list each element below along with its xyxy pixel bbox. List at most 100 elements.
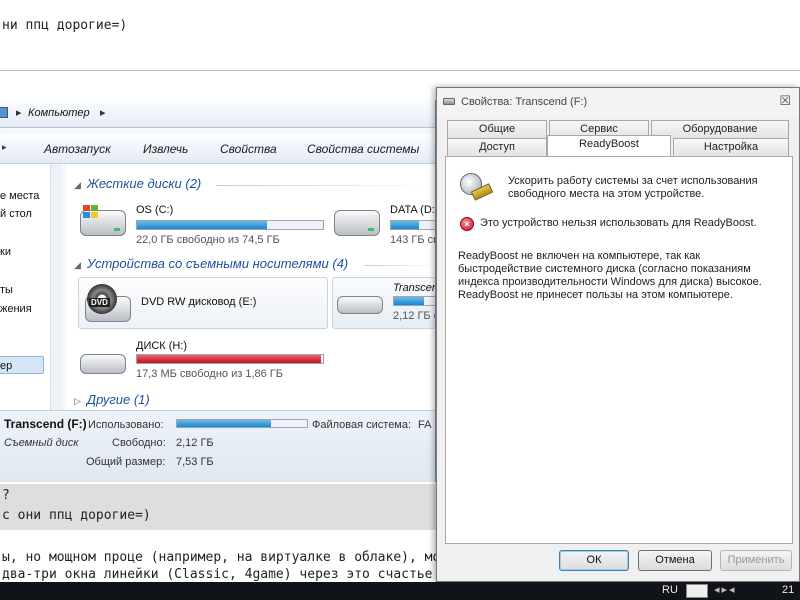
details-fs-value: FA xyxy=(418,419,432,431)
nav-item-computer[interactable]: ер xyxy=(0,360,12,372)
details-total-label: Общий размер: xyxy=(86,456,166,468)
language-indicator[interactable]: RU xyxy=(662,584,678,596)
quote-line: с они ппц дорогие=) xyxy=(2,508,151,523)
quote-marker: ? xyxy=(2,488,10,503)
toolbar-chevron-icon[interactable]: ▸ xyxy=(2,142,7,153)
nav-item-places[interactable]: е места xyxy=(0,190,39,202)
group-hard-disks-title: Жесткие диски (2) xyxy=(86,176,202,191)
drive-e-name: DVD RW дисковод (E:) xyxy=(141,296,257,308)
details-total-value: 7,53 ГБ xyxy=(176,456,214,468)
nav-item-libraries[interactable]: ки xyxy=(0,246,11,258)
usb-drive-icon xyxy=(443,98,455,105)
drives-content: ◢ Жесткие диски (2) OS (C:) 22,0 ГБ свобо… xyxy=(66,164,436,410)
nav-item-desktop[interactable]: й стол xyxy=(0,208,32,220)
error-icon: × xyxy=(460,217,474,231)
readyboost-error: Это устройство нельзя использовать для R… xyxy=(480,217,757,229)
explorer-window: ▸ Компьютер ▸ ▸ Автозапуск Извлечь Свойс… xyxy=(0,100,436,482)
tab-customize[interactable]: Настройка xyxy=(673,138,789,156)
tab-readyboost[interactable]: ReadyBoost xyxy=(547,135,671,156)
details-pane: Transcend (F:) Съемный диск Использовано… xyxy=(0,410,435,482)
nav-item-images[interactable]: жения xyxy=(0,303,32,315)
group-removable-title: Устройства со съемными носителями (4) xyxy=(86,256,349,271)
expand-arrow-icon[interactable]: ▷ xyxy=(74,396,81,406)
group-hard-disks[interactable]: ◢ Жесткие диски (2) xyxy=(74,176,201,191)
disk-led xyxy=(368,228,374,231)
tray-icon[interactable] xyxy=(686,584,708,598)
drive-d-usage-bar xyxy=(390,220,435,230)
details-free-label: Свободно: xyxy=(112,437,166,449)
autoplay-button[interactable]: Автозапуск xyxy=(44,142,111,156)
drive-h-free: 17,3 МБ свободно из 1,86 ГБ xyxy=(136,368,283,380)
drive-d-name: DATA (D: xyxy=(390,204,435,216)
drive-c-usage-bar xyxy=(136,220,324,230)
details-usage-fill xyxy=(177,420,271,427)
usb-drive-icon xyxy=(337,296,383,314)
readyboost-panel: Ускорить работу системы за счет использо… xyxy=(445,156,793,544)
computer-icon xyxy=(0,107,8,118)
eject-button[interactable]: Извлечь xyxy=(143,142,188,156)
forum-reply-line-2: два-три окна линейки (Classic, 4game) че… xyxy=(2,567,472,582)
quote-block xyxy=(0,484,440,530)
close-icon[interactable]: ☒ xyxy=(779,93,791,109)
drive-c-usage-fill xyxy=(137,221,268,229)
properties-dialog: Свойства: Transcend (F:) ☒ Общие Сервис … xyxy=(436,87,800,582)
tab-general[interactable]: Общие xyxy=(447,120,547,138)
readyboost-intro: Ускорить работу системы за счет использо… xyxy=(508,175,758,200)
ok-button[interactable]: ОК xyxy=(559,550,629,571)
forum-reply-line-1: ы, но мощном проце (например, на виртуал… xyxy=(2,550,456,565)
group-divider xyxy=(216,185,435,186)
details-used-label: Использовано: xyxy=(88,419,164,431)
group-removable[interactable]: ◢ Устройства со съемными носителями (4) xyxy=(74,256,348,271)
nav-item-documents[interactable]: ты xyxy=(0,284,13,296)
drive-d-free: 143 ГБ свобо xyxy=(390,234,435,246)
details-usage-bar xyxy=(176,419,308,428)
drive-e-tile[interactable]: DVD DVD RW дисковод (E:) xyxy=(78,277,328,329)
clock[interactable]: 21 xyxy=(782,584,794,596)
details-free-value: 2,12 ГБ xyxy=(176,437,214,449)
drive-f-free: 2,12 ГБ с xyxy=(393,310,436,322)
collapse-arrow-icon[interactable]: ◢ xyxy=(74,260,81,270)
drive-d-usage-fill xyxy=(391,221,419,229)
drive-f-tile[interactable]: Transcen 2,12 ГБ с xyxy=(332,277,436,329)
readyboost-icon xyxy=(458,171,494,201)
properties-button[interactable]: Свойства xyxy=(220,142,277,156)
drive-h-usage-bar xyxy=(136,354,324,364)
drive-c-name: OS (C:) xyxy=(136,204,174,216)
taskbar: RU ◂▸◂ 21 xyxy=(0,582,800,600)
windows-logo-icon xyxy=(83,205,98,218)
drive-c-free: 22,0 ГБ свободно из 74,5 ГБ xyxy=(136,234,280,246)
drive-f-name: Transcen xyxy=(393,282,436,294)
breadcrumb-separator[interactable]: ▸ xyxy=(16,106,22,119)
drive-h-usage-fill xyxy=(137,355,322,363)
dialog-title-bar[interactable]: Свойства: Transcend (F:) ☒ xyxy=(437,88,799,116)
breadcrumb-computer[interactable]: Компьютер xyxy=(28,107,90,119)
cancel-button[interactable]: Отмена xyxy=(638,550,712,571)
drive-f-usage-bar xyxy=(393,296,435,306)
hard-disk-icon xyxy=(334,210,380,236)
system-properties-button[interactable]: Свойства системы xyxy=(307,142,419,156)
group-divider xyxy=(364,265,435,266)
forum-top-line: ни ппц дорогие=) xyxy=(2,18,128,33)
disk-led xyxy=(114,228,120,231)
tab-sharing[interactable]: Доступ xyxy=(447,138,547,156)
details-drive-type: Съемный диск xyxy=(4,437,79,449)
details-fs-label: Файловая система: xyxy=(312,419,412,431)
readyboost-explanation: ReadyBoost не включен на компьютере, так… xyxy=(458,250,762,301)
collapse-arrow-icon[interactable]: ◢ xyxy=(74,180,81,190)
address-bar[interactable]: ▸ Компьютер ▸ xyxy=(0,100,435,128)
drive-h-name: ДИСК (H:) xyxy=(136,340,188,352)
command-toolbar: ▸ Автозапуск Извлечь Свойства Свойства с… xyxy=(0,134,435,164)
group-other-title: Другие (1) xyxy=(86,392,150,407)
dvd-badge: DVD xyxy=(89,298,110,307)
tab-hardware[interactable]: Оборудование xyxy=(651,120,789,138)
nav-scrollbar[interactable] xyxy=(50,164,62,410)
apply-button[interactable]: Применить xyxy=(720,550,792,571)
tray-arrows-icon[interactable]: ◂▸◂ xyxy=(714,583,737,596)
group-other[interactable]: ▷ Другие (1) xyxy=(74,392,150,407)
forum-separator xyxy=(0,70,800,71)
drive-f-usage-fill xyxy=(394,297,425,305)
details-drive-name: Transcend (F:) xyxy=(4,417,87,431)
usb-drive-icon xyxy=(80,354,126,374)
breadcrumb-separator-2[interactable]: ▸ xyxy=(100,106,106,119)
dialog-title: Свойства: Transcend (F:) xyxy=(461,96,588,108)
